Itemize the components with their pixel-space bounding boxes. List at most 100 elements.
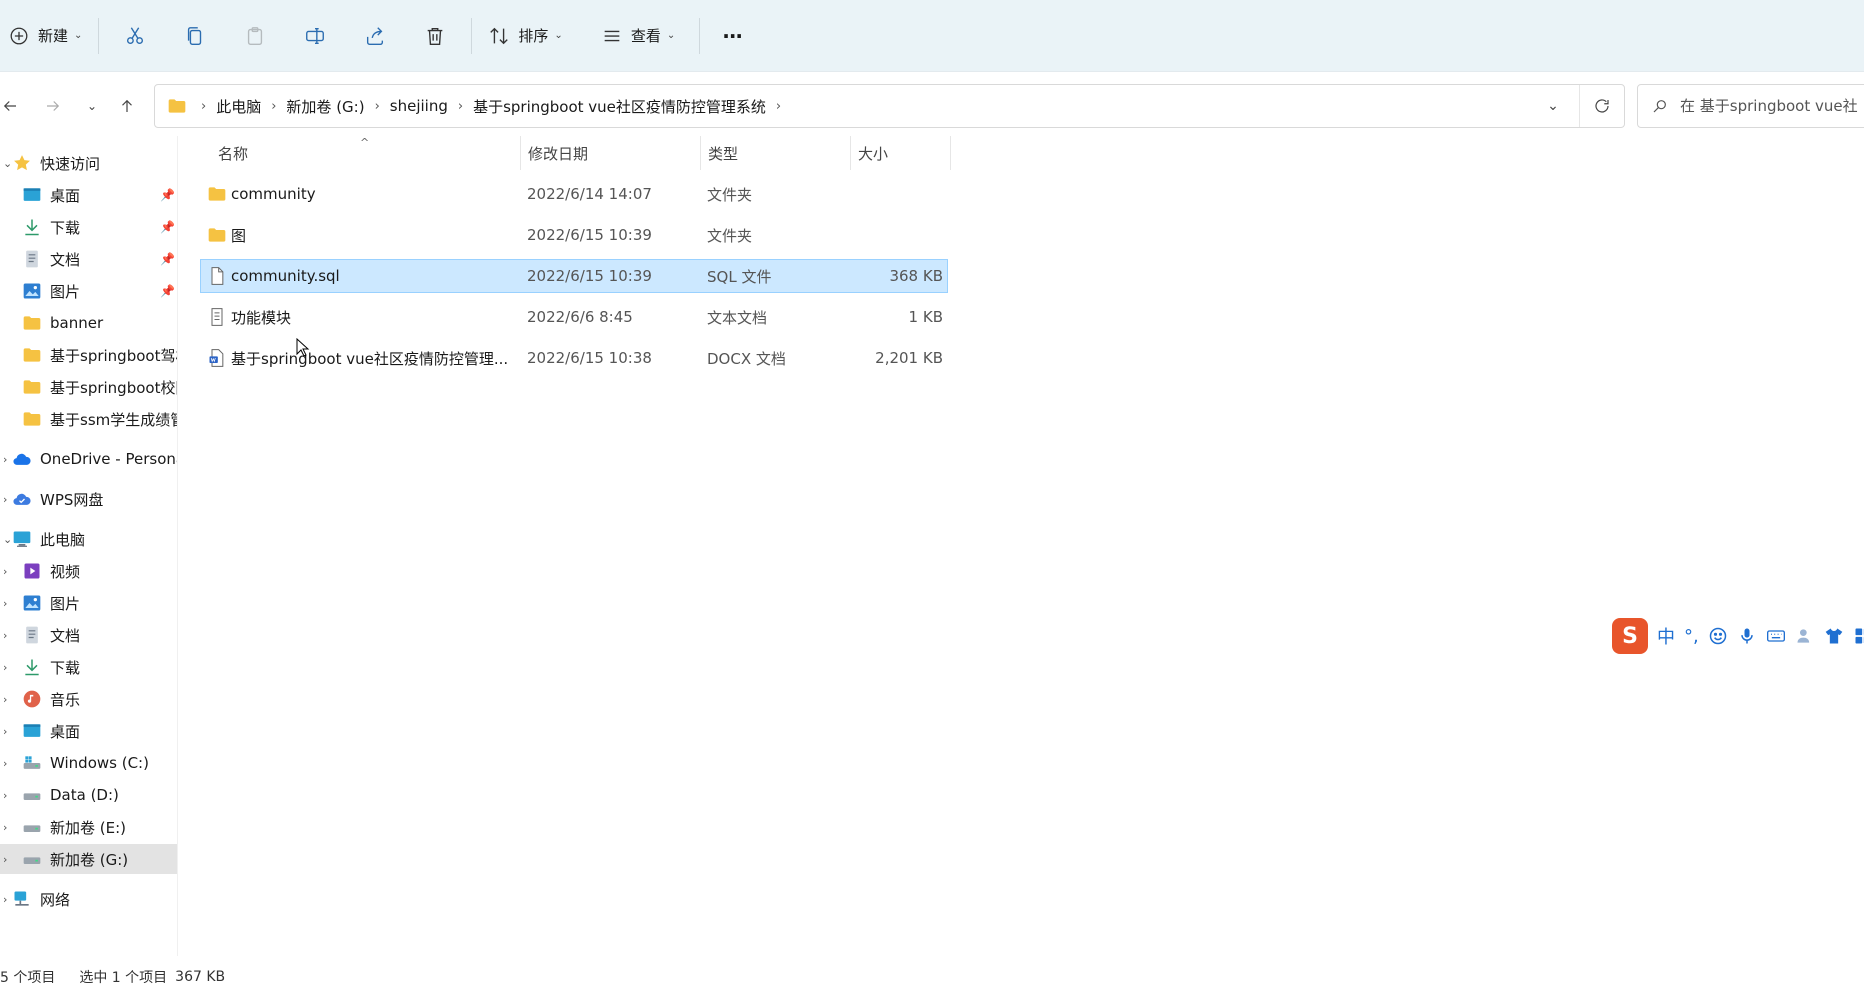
paste-button[interactable] xyxy=(225,14,285,58)
chevron-right-icon: › xyxy=(3,892,8,906)
search-box[interactable] xyxy=(1637,84,1864,128)
status-bar: 5 个项目 选中 1 个项目 367 KB xyxy=(0,966,1864,988)
view-button-label: 查看 xyxy=(630,27,661,45)
skin-shirt-icon[interactable] xyxy=(1824,626,1844,646)
breadcrumb-shejiing[interactable]: shejiing xyxy=(386,97,452,115)
refresh-button[interactable] xyxy=(1579,85,1623,127)
share-button[interactable] xyxy=(345,14,405,58)
sidebar-item-desktop[interactable]: 桌面 📌 xyxy=(0,180,177,210)
search-input[interactable] xyxy=(1680,97,1864,115)
sort-button[interactable]: 排序 ⌄ xyxy=(478,14,572,58)
column-divider[interactable] xyxy=(520,136,521,170)
file-row[interactable]: 图 2022/6/15 10:39 文件夹 xyxy=(200,218,948,252)
sidebar-item-onedrive[interactable]: › OneDrive - Personal xyxy=(0,444,177,474)
delete-button[interactable] xyxy=(405,14,465,58)
up-button[interactable] xyxy=(113,92,141,120)
address-history-button[interactable]: ⌄ xyxy=(1533,85,1573,127)
file-date: 2022/6/6 8:45 xyxy=(527,308,633,326)
column-divider[interactable] xyxy=(700,136,701,170)
column-divider[interactable] xyxy=(950,136,951,170)
file-name: 图 xyxy=(231,226,247,245)
column-header-name[interactable]: 名称 xyxy=(218,136,518,170)
file-date: 2022/6/15 10:39 xyxy=(527,267,652,285)
sidebar-item-quick-access[interactable]: ⌄ 快速访问 xyxy=(0,148,177,178)
chevron-down-icon: ⌄ xyxy=(74,30,83,41)
breadcrumb-drive-g[interactable]: 新加卷 (G:) xyxy=(282,96,368,117)
sidebar-item-recent-folder-2[interactable]: 基于springboot校园 xyxy=(0,372,177,402)
sidebar-item-pc-downloads[interactable]: › 下载 xyxy=(0,652,177,682)
ime-logo[interactable]: S xyxy=(1612,618,1648,654)
sidebar-item-label: 下载 xyxy=(50,658,81,677)
chevron-right-icon: › xyxy=(3,492,8,506)
column-header-type[interactable]: 类型 xyxy=(708,136,838,170)
sidebar-item-drive-e[interactable]: › 新加卷 (E:) xyxy=(0,812,177,842)
sidebar-item-recent-folder-1[interactable]: 基于springboot驾校 xyxy=(0,340,177,370)
view-button[interactable]: 查看 ⌄ xyxy=(591,14,685,58)
recent-locations-button[interactable]: ⌄ xyxy=(78,92,106,120)
sidebar-item-this-pc[interactable]: ⌄ 此电脑 xyxy=(0,524,177,554)
file-row[interactable]: community 2022/6/14 14:07 文件夹 xyxy=(200,177,948,211)
sidebar-item-downloads[interactable]: 下载 📌 xyxy=(0,212,177,242)
emoji-icon[interactable] xyxy=(1708,626,1728,646)
folder-icon xyxy=(22,409,42,429)
user-icon[interactable] xyxy=(1795,626,1815,646)
copy-button[interactable] xyxy=(165,14,225,58)
ime-punctuation-toggle[interactable]: °, xyxy=(1684,626,1699,647)
chevron-down-icon: ⌄ xyxy=(3,156,13,170)
column-divider[interactable] xyxy=(850,136,851,170)
chevron-right-icon: › xyxy=(3,820,8,834)
breadcrumb-current-folder[interactable]: 基于springboot vue社区疫情防控管理系统 xyxy=(469,96,770,117)
file-row-selected[interactable]: community.sql 2022/6/15 10:39 SQL 文件 368… xyxy=(200,259,948,293)
sidebar-item-pc-pictures[interactable]: › 图片 xyxy=(0,588,177,618)
file-row[interactable]: 功能模块 2022/6/6 8:45 文本文档 1 KB xyxy=(200,300,948,334)
toolbar-divider xyxy=(98,17,100,54)
column-header-date[interactable]: 修改日期 xyxy=(528,136,698,170)
sidebar-item-drive-d[interactable]: › Data (D:) xyxy=(0,780,177,810)
forward-button[interactable] xyxy=(39,92,67,120)
sidebar-item-banner[interactable]: banner xyxy=(0,308,177,338)
clipboard-icon xyxy=(244,25,266,47)
sidebar-item-pc-documents[interactable]: › 文档 xyxy=(0,620,177,650)
chevron-right-icon: › xyxy=(201,98,207,114)
mouse-cursor-icon xyxy=(296,338,310,357)
chevron-right-icon: › xyxy=(3,452,8,466)
view-list-icon xyxy=(601,25,623,47)
sidebar-item-recent-folder-3[interactable]: 基于ssm学生成绩管理 xyxy=(0,404,177,434)
picture-icon xyxy=(22,593,42,613)
pin-icon: 📌 xyxy=(160,284,175,298)
chevron-down-icon: ⌄ xyxy=(3,532,13,546)
video-icon xyxy=(22,561,42,581)
keyboard-icon[interactable] xyxy=(1766,626,1786,646)
sidebar-item-wps[interactable]: › WPS网盘 xyxy=(0,484,177,514)
chevron-down-icon: ⌄ xyxy=(554,30,563,41)
sidebar-item-label: 新加卷 (E:) xyxy=(50,818,127,837)
sidebar-item-drive-g[interactable]: › 新加卷 (G:) xyxy=(0,844,177,874)
sidebar-item-videos[interactable]: › 视频 xyxy=(0,556,177,586)
file-size: 2,201 KB xyxy=(875,349,943,367)
microphone-icon[interactable] xyxy=(1737,626,1757,646)
sidebar-item-drive-c[interactable]: › Windows (C:) xyxy=(0,748,177,778)
chevron-right-icon: › xyxy=(374,98,380,114)
rename-button[interactable] xyxy=(285,14,345,58)
star-icon xyxy=(12,153,32,173)
more-button[interactable]: ··· xyxy=(706,14,752,58)
sidebar-item-label: 视频 xyxy=(50,562,81,581)
sidebar-item-pc-desktop[interactable]: › 桌面 xyxy=(0,716,177,746)
pin-icon: 📌 xyxy=(160,220,175,234)
cut-button[interactable] xyxy=(105,14,165,58)
file-row[interactable]: 基于springboot vue社区疫情防控管理... 2022/6/15 10… xyxy=(200,341,948,375)
breadcrumb-this-pc[interactable]: 此电脑 xyxy=(212,96,265,117)
back-button[interactable] xyxy=(0,92,24,120)
new-button[interactable]: 新建 ⌄ xyxy=(0,14,92,58)
sidebar-item-music[interactable]: › 音乐 xyxy=(0,684,177,714)
ime-mode-toggle[interactable]: 中 xyxy=(1657,623,1675,649)
sidebar-item-network[interactable]: › 网络 xyxy=(0,884,177,914)
address-bar[interactable]: › 此电脑 › 新加卷 (G:) › shejiing › 基于springbo… xyxy=(154,84,1625,128)
file-icon xyxy=(207,266,227,286)
column-header-size[interactable]: 大小 xyxy=(858,136,948,170)
toolbox-grid-icon[interactable] xyxy=(1853,626,1864,646)
toolbar-divider xyxy=(471,17,473,54)
docx-file-icon xyxy=(207,348,227,368)
sidebar-item-pictures[interactable]: 图片 📌 xyxy=(0,276,177,306)
sidebar-item-documents[interactable]: 文档 📌 xyxy=(0,244,177,274)
